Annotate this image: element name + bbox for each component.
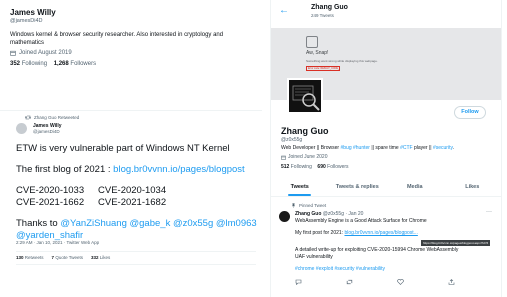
- profile-name[interactable]: James Willy: [10, 8, 260, 17]
- header-tweet-count: 249 Tweets: [311, 13, 334, 18]
- quotes-stat[interactable]: 7 Quote Tweets: [52, 255, 83, 260]
- hashtag-link[interactable]: #security: [433, 145, 453, 151]
- divider: [16, 251, 256, 252]
- cve-item: CVE-2020-1033: [16, 185, 85, 196]
- retweeted-by: Zhang Guo Retweeted: [25, 115, 79, 120]
- share-icon[interactable]: [448, 279, 455, 285]
- tweet-line: ETW is very vulnerable part of Windows N…: [16, 143, 230, 154]
- tab-tweets-replies[interactable]: Tweets & replies: [329, 179, 387, 196]
- divider: [16, 264, 256, 265]
- blog-link[interactable]: blog.br0vvnn.io/pages/blogpost: [113, 164, 245, 175]
- joined-date: Joined June 2020: [281, 154, 327, 160]
- divider: [0, 110, 262, 111]
- more-options-icon[interactable]: ···: [486, 209, 492, 215]
- reply-icon[interactable]: [295, 279, 302, 285]
- tweet-hashtags[interactable]: #chrome #exploit #security #vulnerabilit…: [295, 266, 385, 272]
- tweet-line: The first blog of 2021 : blog.br0vvnn.io…: [16, 164, 245, 175]
- profile-tabs: Tweets Tweets & replies Media Likes: [271, 179, 501, 197]
- left-profile-card: James Willy @jamesDi4D Windows kernel & …: [10, 8, 260, 67]
- follow-button[interactable]: Follow: [454, 106, 486, 119]
- tab-media[interactable]: Media: [386, 179, 444, 196]
- like-icon[interactable]: [397, 279, 404, 285]
- pinned-label: Pinned Tweet: [291, 203, 326, 208]
- header-name: Zhang Guo: [311, 4, 348, 11]
- sad-tab-icon: [306, 36, 318, 48]
- retweet-card[interactable]: Zhang Guo Retweeted James Willy @jamesDi…: [0, 110, 262, 276]
- profile-bio: Web Developer || Browser #bug #hunter ||…: [281, 145, 454, 151]
- avatar-image: [289, 80, 321, 112]
- tweet-stats: 130 Retweets 7 Quote Tweets 332 Likes: [16, 255, 110, 260]
- mentions[interactable]: @YanZiShuang @gabe_k @z0x55g @lm0963: [60, 218, 256, 229]
- tab-tweets[interactable]: Tweets: [271, 179, 329, 196]
- likes-stat[interactable]: 332 Likes: [91, 255, 110, 260]
- banner-error: Error code: RESULT_CODE_KILLED: [306, 66, 340, 71]
- joined-text: Joined August 2019: [19, 50, 72, 56]
- tweet-line: My first post for 2021: blog.br0vvnn.io/…: [295, 230, 418, 236]
- tab-likes[interactable]: Likes: [444, 179, 502, 196]
- tweet-subject: WebAssembly Engine is a Good Attack Surf…: [295, 218, 427, 224]
- avatar[interactable]: [279, 211, 290, 222]
- hashtag-link[interactable]: #hunter: [352, 145, 370, 151]
- author-handle[interactable]: @jamesDi4D: [33, 129, 60, 134]
- cve-item: CVE-2021-1682: [98, 197, 167, 208]
- hashtag-link[interactable]: #bug: [340, 145, 351, 151]
- avatar[interactable]: [16, 123, 27, 134]
- thanks-line: Thanks to @YanZiShuang @gabe_k @z0x55g @…: [16, 218, 257, 229]
- tweet-body: ETW is very vulnerable part of Windows N…: [16, 143, 266, 242]
- profile-bio: Windows kernel & browser security resear…: [10, 32, 224, 46]
- followers-link[interactable]: 690 Followers: [317, 164, 348, 170]
- back-arrow-icon[interactable]: ←: [279, 5, 289, 16]
- pin-icon: [291, 203, 296, 208]
- profile-handle: @z0x55g: [281, 137, 303, 143]
- follow-counts: 512 Following 690 Followers: [281, 164, 349, 170]
- tweet-detail: A detailed write-up for exploiting CVE-2…: [295, 247, 459, 260]
- retweet-icon: [25, 115, 31, 120]
- tweet-actions: [295, 279, 455, 285]
- hashtag-link[interactable]: #CTF: [400, 145, 413, 151]
- followers-link[interactable]: 1,268 Followers: [54, 61, 96, 67]
- retweet-icon[interactable]: [346, 279, 353, 285]
- profile-handle: @jamesDi4D: [10, 18, 43, 24]
- follow-counts: 352 Following 1,268 Followers: [10, 61, 260, 67]
- following-link[interactable]: 352 Following: [10, 61, 47, 67]
- profile-header: ← Zhang Guo 249 Tweets: [271, 0, 501, 28]
- calendar-icon: [281, 155, 286, 160]
- cve-item: CVE-2020-1034: [98, 185, 167, 196]
- retweets-stat[interactable]: 130 Retweets: [16, 255, 44, 260]
- cve-list: CVE-2020-1033 CVE-2020-1034 CVE-2021-166…: [16, 185, 266, 209]
- following-link[interactable]: 512 Following: [281, 164, 312, 170]
- tweet-author[interactable]: Zhang Guo @z0x55g · Jan 20: [295, 211, 363, 217]
- calendar-icon: [10, 50, 16, 56]
- right-profile-panel: ← Zhang Guo 249 Tweets Aw, Snap! Somethi…: [270, 0, 502, 297]
- joined-date: Joined August 2019: [10, 50, 260, 56]
- banner-text: Something went wrong while displaying th…: [306, 59, 378, 63]
- avatar[interactable]: [287, 78, 323, 114]
- link-tooltip: https://blog.br0vvnn.io/pages/blogpost.a…: [421, 240, 491, 246]
- banner-title: Aw, Snap!: [306, 50, 329, 56]
- blog-link[interactable]: blog.br0vvnn.io/pages/blogpost...: [344, 230, 417, 236]
- cve-item: CVE-2021-1662: [16, 197, 85, 208]
- profile-name: Zhang Guo: [281, 126, 329, 136]
- tweet-timestamp[interactable]: 2:29 AM · Jan 10, 2021 · Twitter Web App: [16, 240, 99, 245]
